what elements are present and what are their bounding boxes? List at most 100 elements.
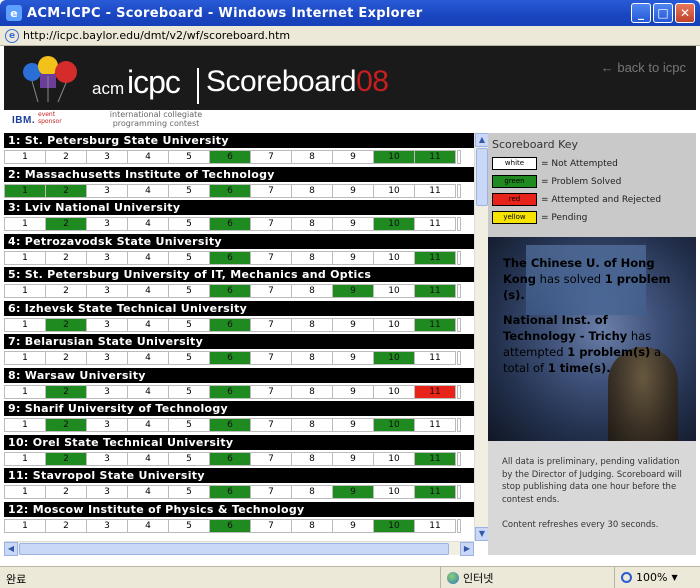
problem-cell: 1 [4,317,46,332]
problem-cell: 9 [332,250,374,265]
ie-icon: e [6,5,22,21]
problem-cell: 5 [168,250,210,265]
problem-cell: 10 [373,317,415,332]
news-text: The Chinese U. of Hong Kong has solved 1… [503,255,683,376]
scroll-left-icon[interactable]: ◀ [4,542,18,556]
team-row: 6: Izhevsk State Technical University 1 2 3… [4,300,474,335]
chevron-down-icon[interactable]: ▼ [671,573,677,582]
key-label: = Problem Solved [541,176,622,187]
row-end-marker [457,351,461,365]
problem-cell: 11 [414,250,456,265]
team-row: 10: Orel State Technical University 1 2 3 4 5… [4,434,474,469]
problem-cell: 6 [209,418,251,432]
window-titlebar: e ACM-ICPC - Scoreboard - Windows Intern… [0,0,700,26]
horizontal-scroll-thumb[interactable] [19,543,449,555]
problem-cell: 10 [373,485,415,499]
problem-cell: 10 [373,284,415,298]
maximize-button[interactable]: □ [653,3,673,23]
zoom-control[interactable]: 100% ▼ [614,567,700,588]
minimize-button[interactable]: _ [631,3,651,23]
scoreboard-title: Scoreboard08 [206,65,389,98]
icpc-logo-text: icpc [127,64,181,100]
problem-cell: 1 [4,351,46,365]
problem-cell: 2 [45,284,87,298]
team-row: 8: Warsaw University 1 2 3 4 5 6 7 8 9 10 11 [4,367,474,402]
problem-cell: 2 [45,485,87,499]
problem-cell: 1 [4,485,46,499]
problem-cell: 4 [127,217,169,231]
team-name: 1: St. Petersburg State University [4,133,474,148]
problem-cells: 1 2 3 4 5 6 7 8 9 10 11 [4,451,474,466]
back-to-icpc-link[interactable]: ← back to icpc [601,60,686,75]
scoreboard-list: 1: St. Petersburg State University 1 2 3 4 5 6… [4,133,474,538]
address-bar[interactable]: e http://icpc.baylor.edu/dmt/v2/wf/score… [0,26,700,46]
problem-cell: 7 [250,217,292,231]
problem-cell: 6 [209,284,251,298]
team-row: 11: Stavropol State University 1 2 3 4 5 6 7 8 9 1… [4,468,474,502]
problem-cell: 1 [4,217,46,231]
problem-cell: 7 [250,351,292,365]
status-bar: 완료 인터넷 100% ▼ [0,566,700,588]
scroll-up-icon[interactable]: ▲ [475,133,489,147]
problem-cell: 6 [209,217,251,231]
problem-cell: 7 [250,418,292,432]
address-url[interactable]: http://icpc.baylor.edu/dmt/v2/wf/scorebo… [23,29,290,42]
icpc-full-name: international collegiate programming con… [109,110,203,128]
problem-cell: 9 [332,384,374,399]
problem-cell: 4 [127,284,169,298]
sponsor-strip: IBM. event sponsor international collegi… [4,110,696,132]
problem-cell: 2 [45,384,87,399]
problem-cell: 1 [4,518,46,533]
problem-cell: 5 [168,284,210,298]
problem-cell: 9 [332,150,374,164]
problem-cell: 1 [4,418,46,432]
problem-cell: 3 [86,150,128,164]
zone-label: 인터넷 [463,571,494,585]
problem-cell: 3 [86,317,128,332]
team-name: 9: Sharif University of Technology [4,401,474,416]
problem-cell: 7 [250,518,292,533]
problem-cell: 1 [4,284,46,298]
vertical-scroll-thumb[interactable] [476,148,488,206]
team-name: 4: Petrozavodsk State University [4,233,474,249]
scroll-right-icon[interactable]: ▶ [460,542,474,556]
row-end-marker [457,451,461,466]
scroll-down-icon[interactable]: ▼ [475,527,489,541]
status-text: 완료 [6,573,27,586]
team-name: 3: Lviv National University [4,200,474,215]
key-label: = Pending [541,212,588,223]
row-end-marker [457,284,461,298]
close-button[interactable]: ✕ [675,3,695,23]
problem-cell: 2 [45,418,87,432]
problem-cell: 5 [168,485,210,499]
key-row-rejected: red = Attempted and Rejected [492,193,661,206]
security-zone[interactable]: 인터넷 [440,567,610,588]
vertical-scrollbar[interactable]: ▲ ▼ [474,133,489,541]
problem-cell: 2 [45,217,87,231]
horizontal-scrollbar[interactable]: ◀ ▶ [4,541,474,556]
team-name: 10: Orel State Technical University [4,434,474,450]
problem-cell: 6 [209,451,251,466]
row-end-marker [457,217,461,231]
zoom-icon [621,572,632,583]
problem-cell: 4 [127,317,169,332]
problem-cell: 5 [168,183,210,198]
problem-cell: 7 [250,150,292,164]
problem-cells: 1 2 3 4 5 6 7 8 9 10 11 [4,284,474,298]
team-row: 1: St. Petersburg State University 1 2 3 4 5 6… [4,133,474,167]
problem-cells: 1 2 3 4 5 6 7 8 9 10 11 [4,250,474,265]
key-row-pending: yellow = Pending [492,211,587,224]
problem-cell: 6 [209,384,251,399]
row-end-marker [457,384,461,399]
problem-cell: 11 [414,150,456,164]
page-header: acm icpc Scoreboard08 ← back to icpc [4,46,696,110]
problem-cells: 1 2 3 4 5 6 7 8 9 10 11 [4,317,474,332]
row-end-marker [457,317,461,332]
news-item-solved: The Chinese U. of Hong Kong has solved 1… [503,256,671,302]
problem-cell: 8 [291,317,333,332]
team-row: 9: Sharif University of Technology 1 2 3 4 5 6… [4,401,474,435]
problem-cell: 1 [4,384,46,399]
problem-cell: 4 [127,451,169,466]
team-name: 11: Stavropol State University [4,468,474,483]
problem-cell: 4 [127,418,169,432]
